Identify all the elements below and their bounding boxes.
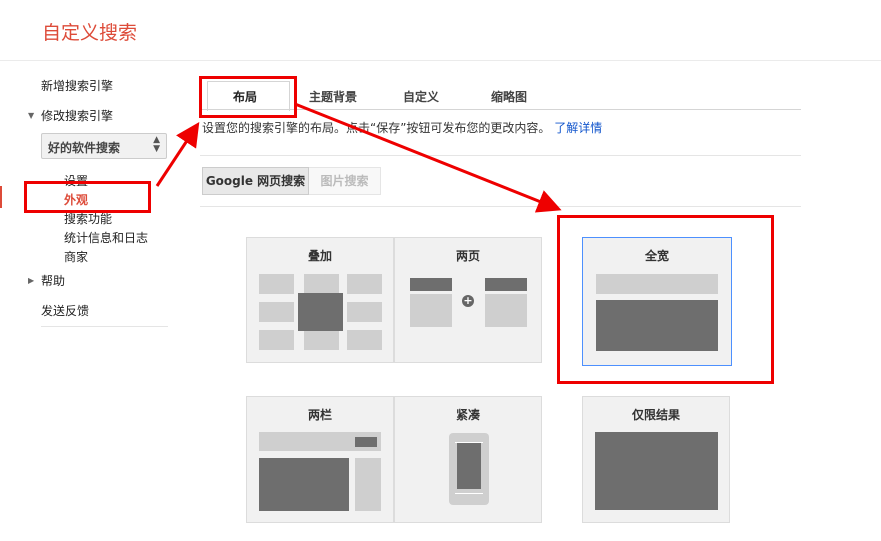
annotation-arrow-icon [155,121,200,187]
annotation-arrows [155,102,562,213]
annotation-arrow-icon [294,102,562,213]
